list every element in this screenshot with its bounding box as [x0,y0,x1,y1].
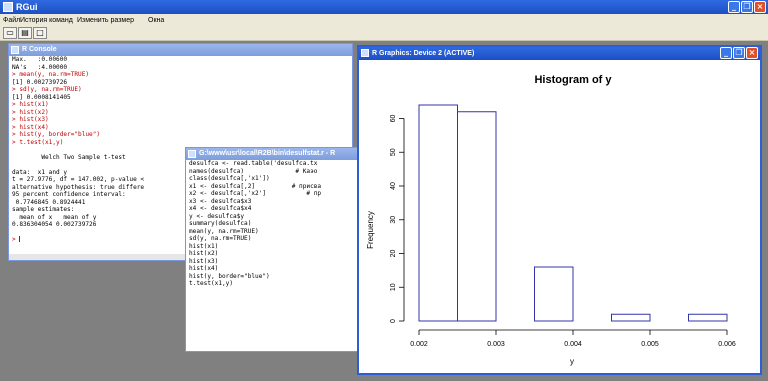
window-icon[interactable]: □ [33,27,47,39]
script-line: hist(y, border="blue") [189,272,270,280]
minimize-button[interactable]: _ [728,1,740,13]
graphics-minimize-button[interactable]: _ [720,47,732,59]
histogram-bar [688,313,728,322]
console-command-line: > t.test(x1,y) [12,138,64,146]
x-tick-label: 0.006 [718,341,736,348]
script-editor-text[interactable]: desulfca <- read.table('desulfca.tx names… [186,160,359,288]
script-line: x2 <- desulfca[,'x2'] # пр [189,190,322,197]
script-line: x4 <- desulfca$x4 [189,205,252,212]
graphics-titlebar: R Graphics: Device 2 (ACTIVE) _ ❐ × [359,47,760,60]
script-line: names(desulfca) # Каэо [189,167,318,175]
script-line: class(desulfca[,'x1']) [189,175,270,182]
script-editor-title: G:\www\usr\local\R2B\bin\desulfstat.r - … [199,150,336,157]
console-output-line: [1] 0.002739726 [12,78,68,86]
y-tick-label: 10 [390,283,397,291]
graphics-close-button[interactable]: × [746,47,758,59]
chart-title: Histogram of y [534,74,612,86]
close-button[interactable]: × [754,1,766,13]
graphics-device-window[interactable]: R Graphics: Device 2 (ACTIVE) _ ❐ × Hist… [357,45,762,375]
console-command-line: > hist(x3) [12,116,49,123]
rgui-app-icon [3,2,13,12]
console-command-line: > hist(x1) [12,101,49,108]
text-cursor [19,236,21,242]
histogram-bar [457,111,497,322]
x-tick-label: 0.003 [487,341,505,348]
graphics-window-icon [361,49,369,57]
toolbar: ▭ ▤ □ [0,26,768,41]
app-title: RGui [16,2,38,12]
console-output-line: [1] 0.0008141405 [12,93,71,101]
script-line: desulfca <- read.table('desulfca.tx [189,160,318,167]
x-tick-label: 0.005 [641,341,659,348]
histogram-bar [534,266,574,322]
histogram-bar [418,104,458,322]
r-console-title: R Console [22,46,57,53]
y-tick-label: 50 [390,148,397,156]
script-editor-window[interactable]: G:\www\usr\local\R2B\bin\desulfstat.r - … [185,147,360,352]
x-tick-label: 0.002 [410,341,428,348]
copy-graph-icon[interactable]: ▭ [3,27,17,39]
script-editor-titlebar: G:\www\usr\local\R2B\bin\desulfstat.r - … [186,148,359,160]
histogram-chart: Histogram of y Frequency y 0 10 20 30 40 50 60… [366,74,736,366]
y-tick-label: 20 [390,250,397,258]
maximize-button[interactable]: ❐ [741,1,753,13]
script-line: hist(x3) [189,257,219,265]
script-line: hist(x2) [189,250,219,257]
console-command-line: > hist(x2) [12,108,49,116]
script-line: sd(y, na.rm=TRUE) [189,235,252,242]
console-command-line: > hist(y, border="blue") [12,131,101,138]
menu-resize[interactable]: Изменить размер [77,16,134,25]
graphics-title: R Graphics: Device 2 (ACTIVE) [372,50,475,57]
console-command-line: > mean(y, na.rm=TRUE) [12,71,90,78]
script-line: mean(y, na.rm=TRUE) [189,227,259,235]
y-tick-label: 40 [390,182,397,190]
y-tick-label: 60 [390,115,397,123]
console-command-line: > sd(y, na.rm=TRUE) [12,86,82,93]
console-command-line: > hist(x4) [12,123,49,131]
script-file-icon [188,150,196,158]
console-output-line: NA's :4.00000 [12,63,68,71]
y-tick-label: 0 [390,319,397,323]
app-titlebar: RGui _ ❐ × [0,0,768,14]
script-line: hist(x4) [189,265,219,272]
console-output-line: Max. :0.00600 [12,56,68,63]
menu-history[interactable]: История команд [20,16,73,25]
graphics-maximize-button[interactable]: ❐ [733,47,745,59]
script-line: x1 <- desulfca[,2] # присва [189,182,322,190]
y-axis-label: Frequency [366,211,375,249]
menu-bar: Файл История команд Изменить размер Окна [0,14,768,26]
x-axis-label: y [570,357,574,366]
print-icon[interactable]: ▤ [18,27,32,39]
script-line: summary(desulfca) [189,220,252,227]
r-console-icon [11,46,19,54]
x-tick-label: 0.004 [564,341,582,348]
menu-file[interactable]: Файл [3,16,20,25]
script-line: hist(x1) [189,242,219,250]
histogram-bar [611,313,651,322]
script-line: t.test(x1,y) [189,280,234,287]
script-line: y <- desulfca$y [189,212,245,220]
script-line: x3 <- desulfca$x3 [189,197,252,205]
menu-windows[interactable]: Окна [148,16,164,25]
y-tick-label: 30 [390,216,397,224]
r-console-titlebar: R Console [9,44,352,56]
